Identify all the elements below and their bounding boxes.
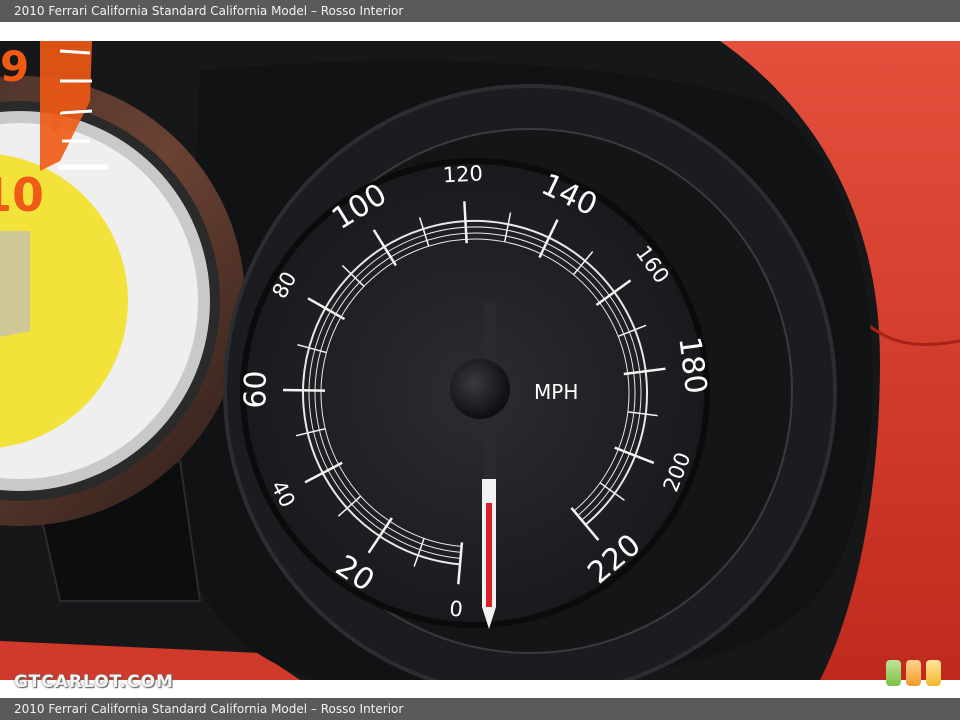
- tach-digit-nine: 9: [0, 42, 29, 91]
- yellow-badge: [926, 660, 941, 686]
- speedometer-gauge: 020406080100120 140160180200220 MPH: [223, 84, 837, 680]
- site-watermark: GTCARLOT.COM: [14, 672, 174, 692]
- speed-label-180: 180: [671, 335, 713, 396]
- photo-caption-bottom: 2010 Ferrari California Standard Califor…: [0, 698, 960, 720]
- top-margin: [0, 22, 960, 41]
- dashboard-photo: 9 10 8000 020406080100120140160180200220…: [0, 41, 960, 680]
- speed-label-120: 120: [442, 161, 483, 187]
- unit-label-mph: MPH: [534, 380, 578, 404]
- needle-hub: [450, 359, 510, 419]
- speed-label-60: 60: [238, 370, 274, 409]
- gauge-cluster-image: 9 10 8000 020406080100120140160180200220…: [0, 41, 960, 680]
- orange-badge: [906, 660, 921, 686]
- major-tick: [283, 388, 326, 392]
- speedometer-needle: [482, 303, 496, 629]
- photo-caption-top: 2010 Ferrari California Standard Califor…: [0, 0, 960, 22]
- green-badge: [886, 660, 901, 686]
- needle-red-tip: [486, 503, 492, 611]
- speed-label-0: 0: [448, 597, 463, 622]
- tach-digit-ten: 10: [0, 168, 44, 222]
